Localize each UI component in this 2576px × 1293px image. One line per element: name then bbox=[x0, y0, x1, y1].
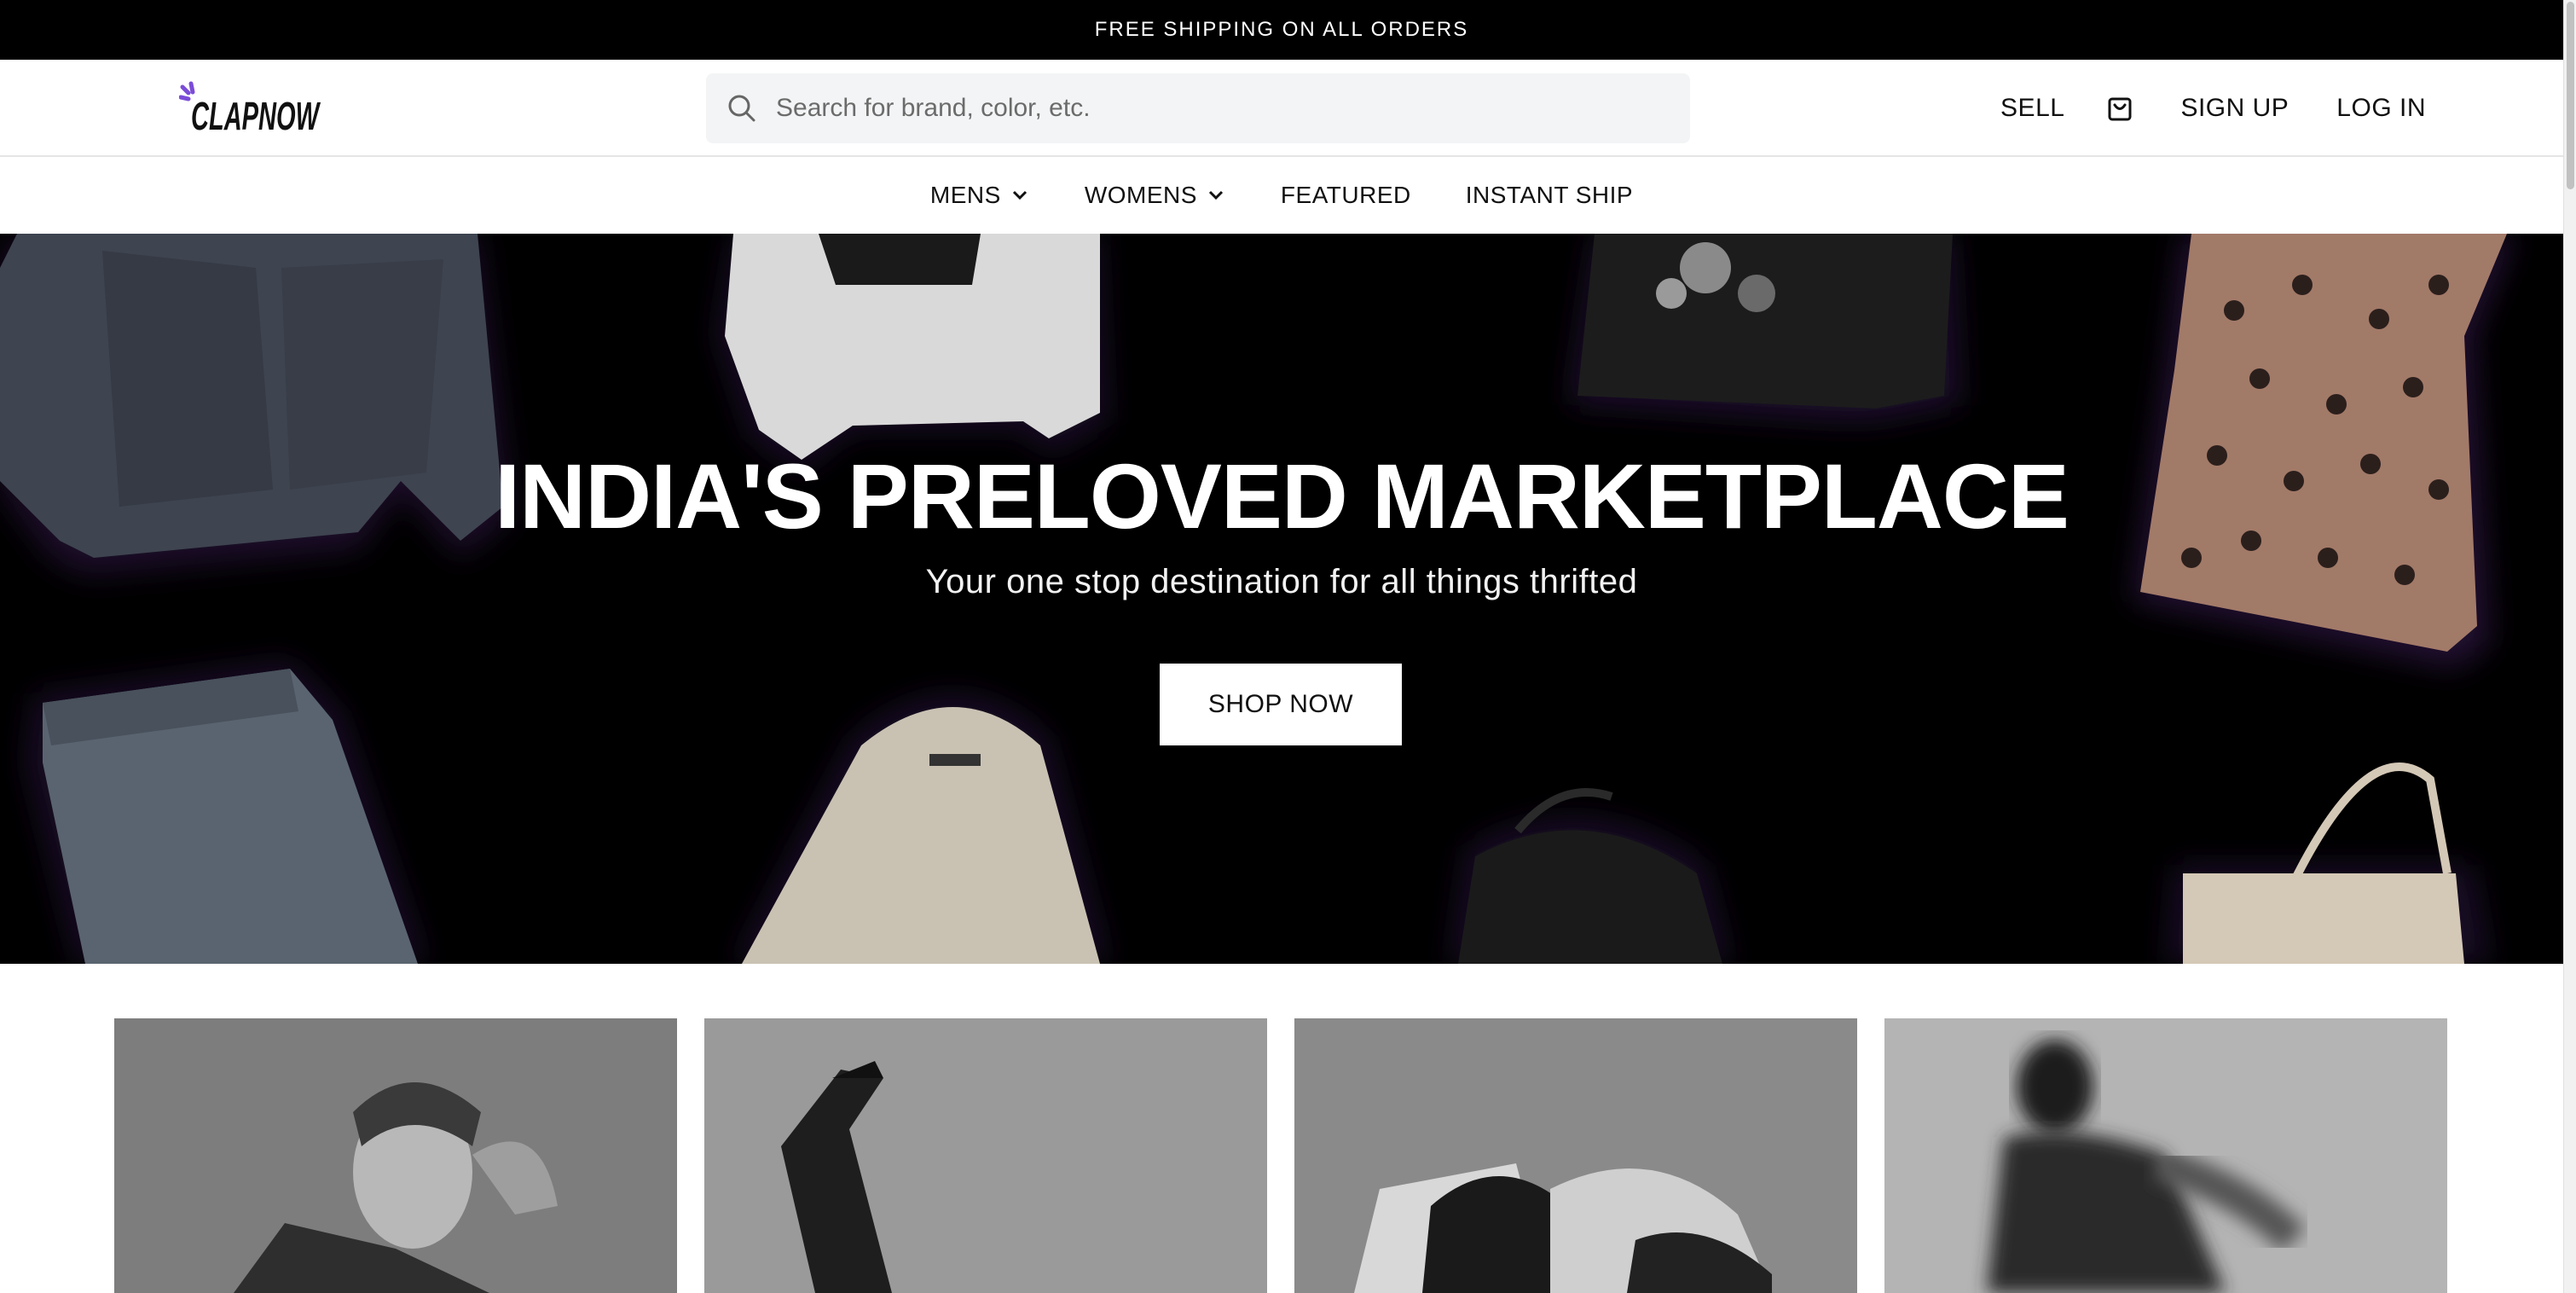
nav-item-label: MENS bbox=[929, 182, 1001, 208]
nav-item-label: WOMENS bbox=[1084, 182, 1197, 208]
shopping-bag-icon[interactable] bbox=[2105, 94, 2134, 123]
black-backpack-image bbox=[1450, 788, 1731, 964]
promo-card[interactable] bbox=[114, 1018, 677, 1293]
nav-item-featured[interactable]: FEATURED bbox=[1281, 182, 1411, 209]
log-in-link[interactable]: LOG IN bbox=[2336, 94, 2426, 123]
nav-item-instant-ship[interactable]: INSTANT SHIP bbox=[1466, 182, 1633, 209]
search-bar[interactable] bbox=[706, 73, 1690, 143]
hero-subtitle: Your one stop destination for all things… bbox=[925, 563, 1638, 600]
promo-card-grid bbox=[114, 1018, 2449, 1293]
search-icon bbox=[726, 93, 757, 124]
shop-now-button[interactable]: SHOP NOW bbox=[1160, 664, 1402, 745]
model-portrait-photo bbox=[114, 1018, 677, 1293]
nav-item-mens[interactable]: MENS bbox=[930, 182, 1028, 209]
sell-link[interactable]: SELL bbox=[2000, 94, 2064, 123]
promo-card[interactable] bbox=[1294, 1018, 1857, 1293]
site-header: CLAPNOW SELL SIGN UP LOG IN bbox=[0, 60, 2563, 157]
bag-clothes-photo bbox=[1294, 1018, 1857, 1293]
chevron-down-icon bbox=[1012, 190, 1027, 200]
boots-legs-photo bbox=[704, 1018, 1267, 1293]
denim-shorts-image bbox=[26, 660, 426, 964]
scrollbar-thumb[interactable] bbox=[2567, 2, 2574, 189]
canvas-tote-bag-image bbox=[2166, 762, 2490, 964]
hero-title: INDIA'S PRELOVED MARKETPLACE bbox=[495, 444, 2069, 548]
header-nav: SELL SIGN UP LOG IN bbox=[2000, 60, 2426, 157]
svg-text:CLAPNOW: CLAPNOW bbox=[191, 94, 321, 138]
promo-card[interactable] bbox=[1884, 1018, 2447, 1293]
white-sweatshirt-image bbox=[716, 234, 1109, 473]
nav-item-label: INSTANT SHIP bbox=[1465, 182, 1634, 208]
search-input[interactable] bbox=[776, 94, 1629, 123]
hero-banner: INDIA'S PRELOVED MARKETPLACE Your one st… bbox=[0, 234, 2563, 964]
category-nav: MENS WOMENS FEATURED INSTANT SHIP bbox=[0, 157, 2563, 234]
promo-card[interactable] bbox=[704, 1018, 1267, 1293]
announcement-text: FREE SHIPPING ON ALL ORDERS bbox=[1094, 18, 1469, 41]
clapnow-logo[interactable]: CLAPNOW bbox=[178, 80, 324, 138]
beige-hoodie-image bbox=[733, 694, 1109, 964]
announcement-bar: FREE SHIPPING ON ALL ORDERS bbox=[0, 0, 2563, 60]
black-graphic-tee-image bbox=[1569, 234, 1961, 421]
nav-item-womens[interactable]: WOMENS bbox=[1085, 182, 1224, 209]
chevron-down-icon bbox=[1208, 190, 1223, 200]
nav-item-label: FEATURED bbox=[1280, 182, 1411, 208]
motion-blur-person-photo bbox=[1884, 1018, 2447, 1293]
page-scrollbar[interactable] bbox=[2563, 0, 2576, 1293]
sign-up-link[interactable]: SIGN UP bbox=[2180, 94, 2289, 123]
